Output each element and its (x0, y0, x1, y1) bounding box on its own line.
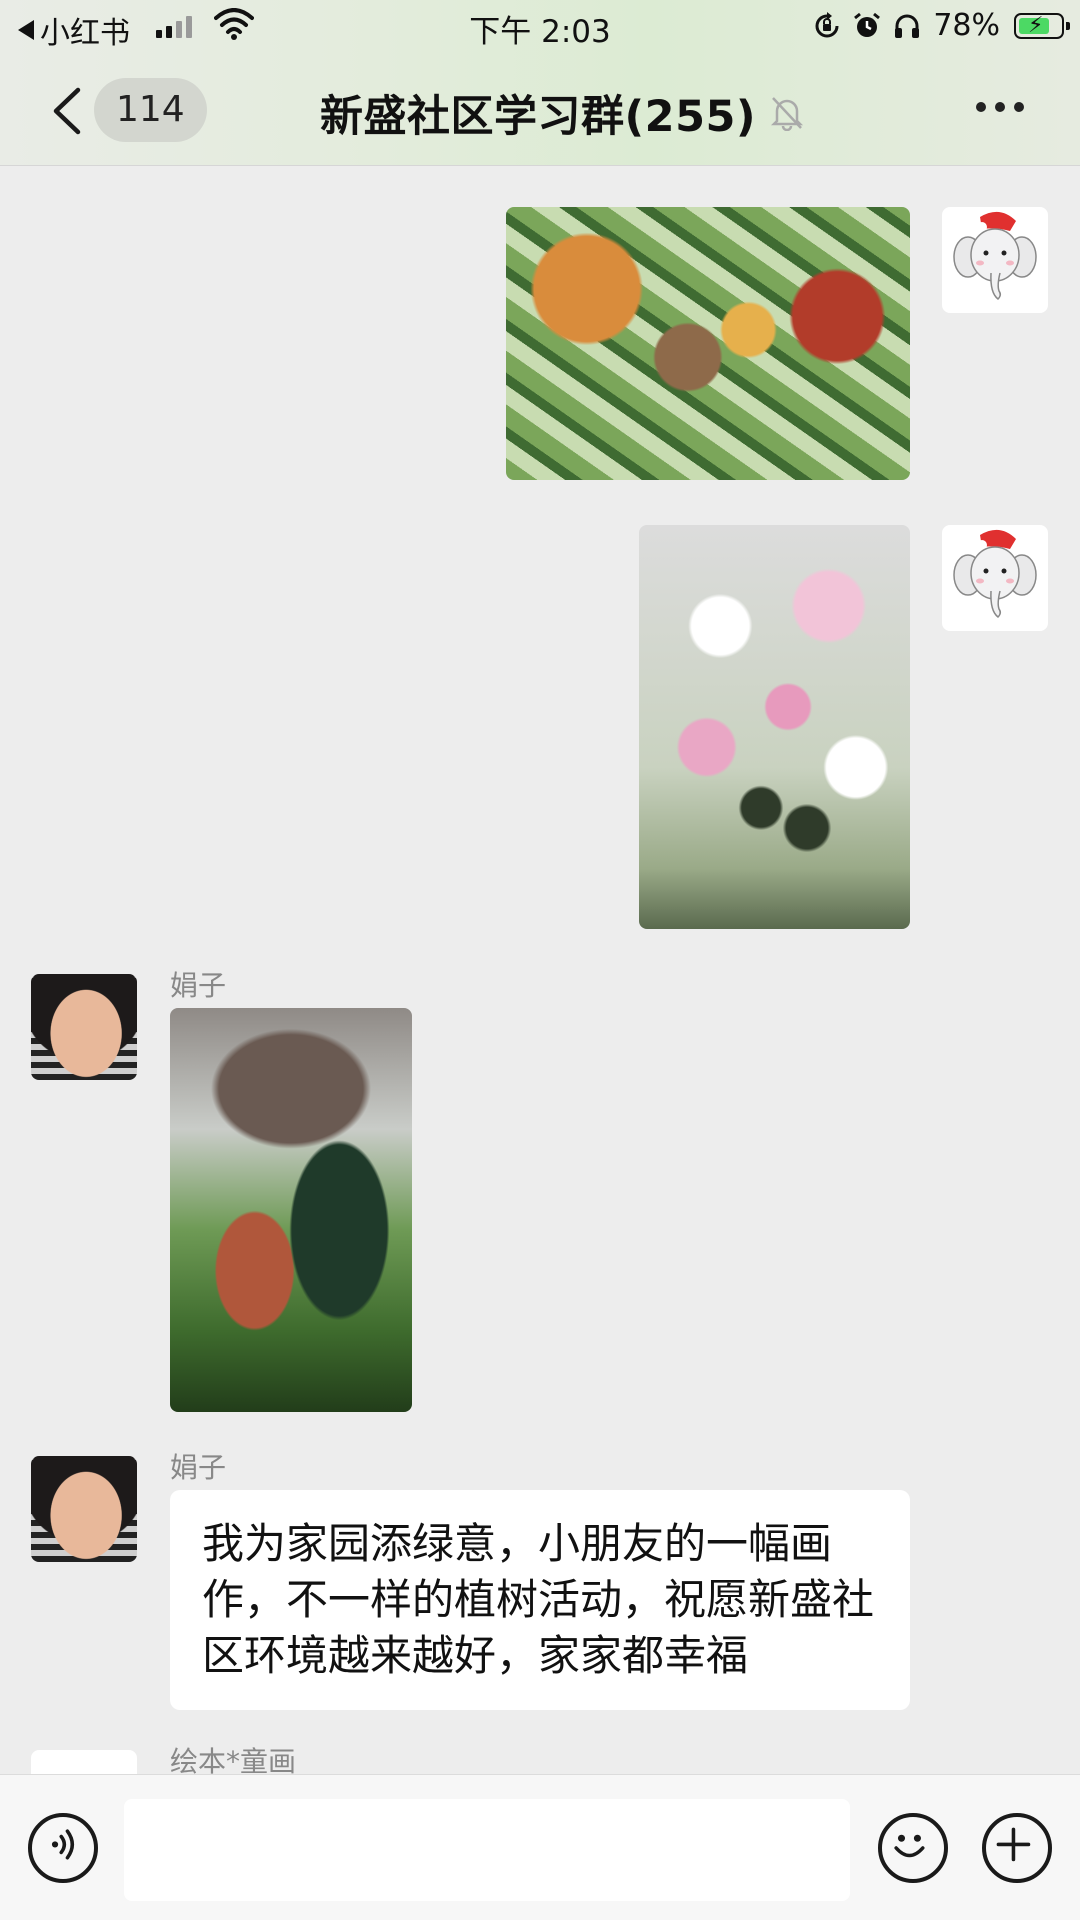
message-text-bubble[interactable]: 我为家园添绿意，小朋友的一幅画作，不一样的植树活动，祝愿新盛社区环境越来越好，家… (170, 1490, 910, 1710)
sender-name: 娟子 (170, 1451, 227, 1484)
group-title: 新盛社区学习群(255) (320, 92, 757, 142)
message-image-landscape-painting[interactable] (170, 1008, 412, 1412)
chat-title: 新盛社区学习群(255) (320, 82, 804, 144)
top-bar: 小红书 下午 2:03 78% ⚡ 114 新盛社区学习群(255) (0, 0, 1080, 166)
elephant-santa-hat-icon[interactable] (942, 525, 1048, 631)
back-chevron-icon[interactable] (48, 86, 88, 136)
status-right: 78% ⚡ (813, 8, 1070, 43)
input-bar (0, 1774, 1080, 1920)
chat-header: 114 新盛社区学习群(255) (0, 70, 1080, 150)
mute-bell-icon (771, 97, 804, 131)
more-options-icon[interactable] (976, 102, 1024, 112)
plus-icon[interactable] (982, 1813, 1052, 1883)
status-bar: 小红书 下午 2:03 78% ⚡ (0, 0, 1080, 54)
avatar[interactable] (31, 1750, 137, 1774)
voice-icon[interactable] (28, 1813, 98, 1883)
headphones-icon (895, 14, 920, 38)
unread-count-badge[interactable]: 114 (94, 78, 207, 142)
emoji-icon[interactable] (878, 1813, 948, 1883)
message-image-doodle-painting[interactable] (506, 207, 910, 480)
message-input[interactable] (124, 1799, 850, 1901)
battery-icon: ⚡ (1014, 12, 1070, 39)
message-image-flower-bird-painting[interactable] (639, 525, 910, 929)
sender-name: 娟子 (170, 969, 227, 1002)
avatar[interactable] (31, 1456, 137, 1562)
avatar[interactable] (31, 974, 137, 1080)
orientation-lock-icon (815, 11, 839, 37)
battery-percent: 78% (933, 8, 1000, 43)
elephant-santa-hat-icon[interactable] (942, 207, 1048, 313)
alarm-clock-icon (854, 12, 881, 37)
